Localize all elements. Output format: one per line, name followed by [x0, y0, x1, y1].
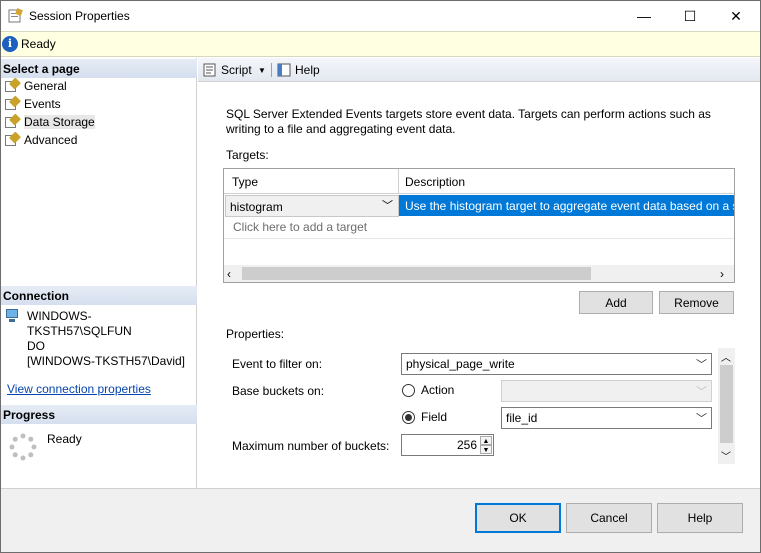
target-type-dropdown[interactable]: histogram [225, 195, 399, 217]
target-description-cell[interactable]: Use the histogram target to aggregate ev… [399, 195, 734, 216]
field-radio[interactable] [402, 410, 415, 424]
action-radio-option[interactable]: Action [402, 383, 454, 397]
chevron-down-icon: ﹀ [696, 359, 707, 371]
maximize-button[interactable]: ☐ [667, 1, 713, 31]
event-filter-label: Event to filter on: [232, 357, 323, 371]
page-wrench-icon [4, 77, 22, 93]
field-dropdown[interactable]: file_id ﹀ [501, 407, 712, 429]
left-pane: Select a page General Events Data Storag… [1, 58, 197, 488]
connection-server-line2: DO [27, 339, 45, 353]
scroll-left-icon[interactable]: ‹ [227, 267, 231, 281]
page-item-label: Advanced [24, 133, 78, 147]
maximize-icon: ☐ [683, 7, 697, 24]
scroll-down-icon[interactable]: ﹀ [721, 448, 731, 463]
event-filter-dropdown[interactable]: physical_page_write ﹀ [401, 353, 712, 375]
server-connection-icon [6, 309, 22, 323]
close-button[interactable]: ✕ [713, 1, 759, 31]
row-divider [224, 238, 734, 239]
add-target-button[interactable]: Add [579, 291, 653, 314]
page-item-label: General [24, 79, 67, 93]
action-dropdown[interactable]: ﹀ [501, 380, 712, 402]
script-button[interactable]: Script [202, 61, 252, 79]
field-radio-label: Field [421, 410, 448, 424]
script-dropdown-button[interactable]: ▼ [258, 61, 266, 79]
action-radio-label: Action [421, 383, 455, 397]
page-item-advanced[interactable]: Advanced [4, 131, 77, 149]
ok-button[interactable]: OK [475, 503, 561, 533]
help-button[interactable]: Help [276, 61, 320, 79]
max-buckets-label: Maximum number of buckets: [232, 439, 390, 453]
select-page-header: Select a page [1, 59, 197, 78]
script-icon [203, 63, 216, 77]
chevron-down-icon: ﹀ [696, 413, 707, 425]
scrollbar-thumb[interactable] [720, 365, 733, 443]
horizontal-scrollbar[interactable]: ‹ › [224, 265, 734, 282]
stepper-up-icon[interactable]: ▲ [480, 436, 492, 445]
properties-label: Properties: [226, 327, 285, 341]
info-icon: i [2, 36, 18, 52]
targets-description: SQL Server Extended Events targets store… [226, 107, 711, 136]
scrollbar-thumb[interactable] [242, 267, 591, 280]
connection-details: WINDOWS-TKSTH57\SQLFUN DO [WINDOWS-TKSTH… [27, 309, 192, 369]
field-radio-option[interactable]: Field [402, 410, 447, 424]
toolbar-separator [271, 63, 272, 77]
max-buckets-value: 256 [456, 438, 477, 452]
column-header-description[interactable]: Description [399, 169, 734, 194]
page-wrench-icon [4, 113, 22, 129]
page-wrench-icon [4, 95, 22, 111]
page-item-data-storage[interactable]: Data Storage [4, 113, 95, 131]
cancel-button[interactable]: Cancel [566, 503, 652, 533]
minimize-button[interactable]: — [621, 1, 667, 31]
scroll-right-icon[interactable]: › [720, 267, 724, 281]
properties-vertical-scrollbar[interactable]: ︿ ﹀ [718, 348, 735, 464]
dialog-footer: OK Cancel Help [1, 488, 760, 552]
page-item-events[interactable]: Events [4, 95, 61, 113]
window-title: Session Properties [29, 9, 130, 23]
add-target-row[interactable]: Click here to add a target [233, 220, 367, 234]
stepper-down-icon[interactable]: ▼ [480, 445, 492, 454]
help-book-icon [277, 63, 291, 77]
status-bar: i Ready [1, 31, 760, 57]
status-text: Ready [21, 37, 56, 51]
toolbar: Script ▼ Help [198, 58, 760, 82]
base-buckets-label: Base buckets on: [232, 384, 325, 398]
connection-header: Connection [1, 286, 197, 305]
page-item-general[interactable]: General [4, 77, 67, 95]
page-item-label: Data Storage [24, 115, 95, 129]
connection-user: [WINDOWS-TKSTH57\David] [27, 354, 186, 368]
chevron-down-icon: ﹀ [696, 386, 707, 398]
title-bar[interactable]: Session Properties — ☐ ✕ [0, 0, 761, 31]
help-footer-button[interactable]: Help [657, 503, 743, 533]
dropdown-arrow-icon: ▼ [258, 65, 266, 75]
session-properties-app-icon [8, 8, 23, 23]
progress-spinner-icon [9, 433, 37, 461]
progress-header: Progress [1, 405, 197, 424]
help-label: Help [295, 63, 320, 77]
scroll-up-icon[interactable]: ︿ [721, 349, 731, 364]
page-item-label: Events [24, 97, 61, 111]
chevron-down-icon[interactable]: ﹀ [382, 200, 394, 212]
minimize-icon: — [637, 8, 651, 24]
targets-label: Targets: [226, 148, 269, 162]
targets-grid[interactable]: Type Description histogram ﹀ Use the his… [223, 168, 735, 283]
field-value: file_id [506, 411, 538, 425]
page-wrench-icon [4, 131, 22, 147]
column-header-type[interactable]: Type [224, 169, 399, 194]
action-radio[interactable] [402, 383, 415, 397]
remove-target-button[interactable]: Remove [659, 291, 734, 314]
close-icon: ✕ [730, 7, 742, 24]
event-filter-value: physical_page_write [406, 357, 515, 371]
script-label: Script [221, 63, 252, 77]
progress-status: Ready [47, 432, 82, 446]
connection-server-line1: WINDOWS-TKSTH57\SQLFUN [27, 309, 132, 338]
view-connection-properties-link[interactable]: View connection properties [7, 382, 151, 396]
max-buckets-stepper[interactable]: 256 ▲ ▼ [401, 434, 494, 456]
